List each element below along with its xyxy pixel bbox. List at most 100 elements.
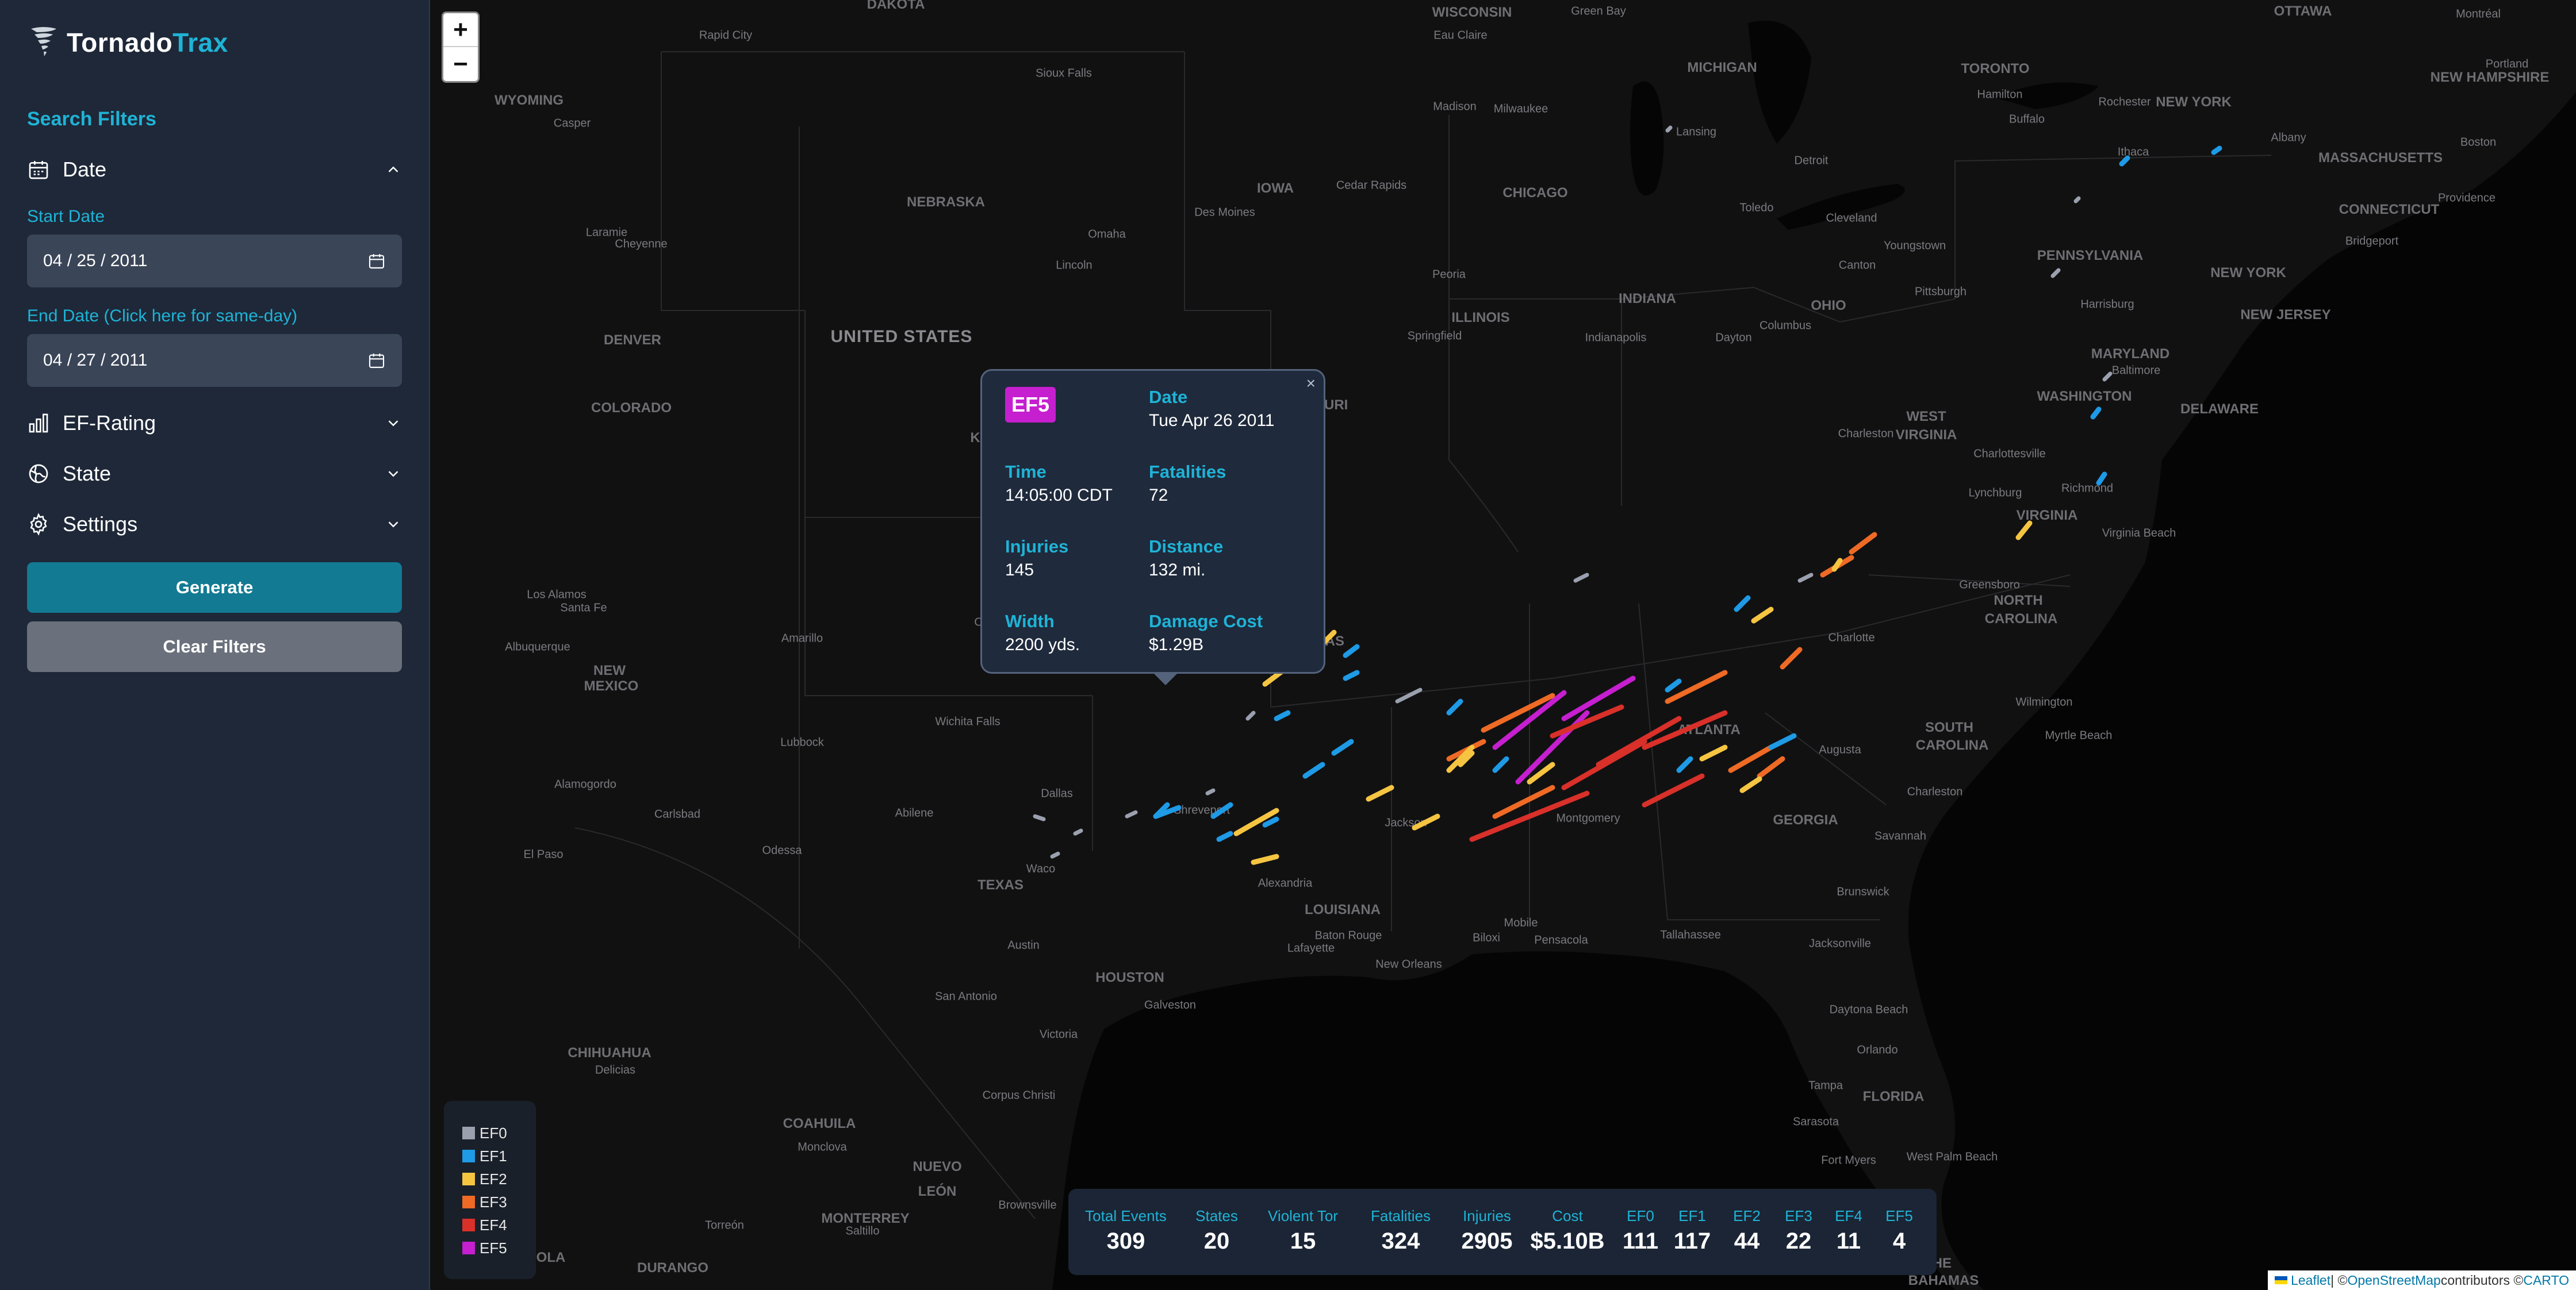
tornado-track-ef0[interactable] [1073, 828, 1083, 836]
tornado-track-ef2[interactable] [1366, 785, 1394, 802]
legend-swatch [462, 1242, 475, 1254]
tornado-track-ef3[interactable] [1728, 744, 1774, 773]
legend-label: EF3 [480, 1193, 507, 1211]
bar-chart-icon [29, 413, 48, 433]
stat-item: Total Events 309 [1085, 1207, 1167, 1254]
tornado-track-ef1[interactable] [1262, 816, 1279, 828]
zoom-control: + − [442, 11, 480, 83]
tornado-track-ef1[interactable] [1274, 710, 1291, 721]
tornado-track-ef1[interactable] [1343, 644, 1360, 658]
zoom-out-button[interactable]: − [443, 47, 478, 81]
legend-label: EF0 [480, 1124, 507, 1142]
tornado-track-ef1[interactable] [2119, 155, 2130, 167]
tornado-track-ef0[interactable] [1245, 711, 1256, 721]
carto-link[interactable]: CARTO [2523, 1273, 2569, 1288]
globe-icon [29, 464, 48, 483]
tornado-track-ef0[interactable] [1573, 573, 1589, 583]
stat-value: 4 [1892, 1228, 1906, 1254]
stat-item: Injuries 2905 [1462, 1207, 1513, 1254]
osm-link[interactable]: OpenStreetMap [2347, 1273, 2440, 1288]
sidebar: TornadoTrax Search Filters Date Start Da… [0, 0, 430, 1290]
stat-item: EF0 111 [1623, 1207, 1658, 1254]
calendar-icon [29, 161, 48, 179]
stat-label: Cost [1552, 1207, 1583, 1224]
tornado-track-ef1[interactable] [1302, 762, 1325, 779]
stat-label: Fatalities [1370, 1207, 1431, 1224]
tornado-track-ef3[interactable] [1849, 532, 1877, 555]
tornado-track-ef0[interactable] [1797, 573, 1814, 583]
tornado-track-ef0[interactable] [2102, 371, 2113, 382]
tornado-track-ef0[interactable] [1033, 814, 1046, 821]
tornado-track-ef4[interactable] [1561, 739, 1647, 790]
stat-label: Violent Tor [1268, 1207, 1338, 1224]
brand-name: TornadoTrax [67, 28, 228, 57]
calendar-picker-icon[interactable] [367, 252, 386, 270]
tornado-track-ef3[interactable] [1757, 756, 1785, 779]
tornado-logo-icon [31, 27, 56, 56]
state-accordion-toggle[interactable]: State [27, 456, 402, 491]
generate-button[interactable]: Generate [27, 562, 402, 613]
tornado-track-ef1[interactable] [1343, 670, 1360, 681]
tornado-track-ef1[interactable] [1446, 698, 1463, 716]
tornado-track-ef1[interactable] [1768, 733, 1797, 750]
tornado-track-ef1[interactable] [1734, 595, 1751, 612]
end-date-label[interactable]: End Date (Click here for same-day) [27, 306, 297, 326]
end-date-input[interactable]: 04 / 27 / 2011 [27, 334, 402, 387]
map-view[interactable]: DAKOTA WISCONSIN Rapid City Eau Claire Green… [430, 0, 2576, 1290]
tornado-track-ef1[interactable] [1331, 739, 1354, 756]
zoom-in-button[interactable]: + [443, 13, 478, 47]
start-date-input[interactable]: 04 / 25 / 2011 [27, 235, 402, 287]
tornado-track-ef2[interactable] [1739, 776, 1762, 793]
legend-label: EF4 [480, 1216, 507, 1234]
stat-value: 20 [1203, 1228, 1230, 1254]
attribution-separator: | © [2330, 1272, 2348, 1288]
tornado-track-ef3[interactable] [1780, 647, 1803, 670]
tornado-track-ef4[interactable] [1596, 716, 1682, 767]
tornado-track-ef4[interactable] [1642, 773, 1705, 808]
legend-swatch [462, 1127, 475, 1139]
clear-filters-button[interactable]: Clear Filters [27, 621, 402, 672]
end-date-value: 04 / 27 / 2011 [43, 351, 148, 370]
tornado-track-ef1[interactable] [2096, 471, 2107, 486]
tornado-track-ef3[interactable] [1665, 670, 1728, 704]
tornado-track-ef1[interactable] [1210, 802, 1233, 819]
tornado-track-ef0[interactable] [1050, 851, 1060, 859]
ef-rating-accordion-toggle[interactable]: EF-Rating [27, 406, 402, 440]
leaflet-link[interactable]: Leaflet [2291, 1273, 2330, 1288]
tornado-track-ef2[interactable] [1251, 854, 1279, 865]
stat-value: 44 [1734, 1228, 1760, 1254]
tornado-track-ef2[interactable] [2015, 520, 2033, 540]
calendar-picker-icon[interactable] [367, 351, 386, 370]
legend-item: EF0 [462, 1122, 536, 1145]
date-accordion-label: Date [63, 158, 107, 181]
tornado-track-ef1[interactable] [1665, 678, 1682, 693]
stat-label: EF4 [1835, 1207, 1862, 1224]
date-accordion-toggle[interactable]: Date [27, 152, 402, 187]
tornado-track-ef1[interactable] [1676, 756, 1693, 773]
tornado-track-ef0[interactable] [1395, 688, 1423, 704]
tornado-track-ef2[interactable] [1412, 813, 1440, 831]
legend-swatch [462, 1150, 475, 1162]
stat-item: EF5 4 [1885, 1207, 1913, 1254]
tornado-track-ef0[interactable] [2050, 268, 2061, 278]
width-key: Width [1005, 611, 1055, 631]
tornado-tracks[interactable] [430, 0, 2576, 1290]
tornado-track-ef2[interactable] [1699, 744, 1728, 762]
tornado-track-ef0[interactable] [2073, 196, 2081, 204]
settings-accordion-toggle[interactable]: Settings [27, 507, 402, 542]
tornado-track-ef0[interactable] [1665, 125, 1673, 133]
stat-label: EF1 [1678, 1207, 1706, 1224]
fatalities-value: 72 [1149, 486, 1168, 505]
tornado-track-ef2[interactable] [1751, 606, 1774, 624]
tornado-track-ef1[interactable] [2211, 145, 2222, 155]
tornado-track-ef0[interactable] [1125, 810, 1138, 819]
popup-close-button[interactable]: × [1306, 374, 1316, 393]
search-filters-title: Search Filters [27, 108, 156, 130]
tornado-track-ef0[interactable] [1205, 788, 1216, 796]
stat-item: Cost $5.10B [1531, 1207, 1605, 1254]
tornado-track-ef1[interactable] [1216, 831, 1233, 842]
ukraine-flag-icon [2275, 1276, 2288, 1284]
tornado-track-ef1[interactable] [1492, 756, 1509, 773]
tornado-track-ef1[interactable] [2090, 406, 2102, 420]
tornado-track-ef5[interactable] [1561, 675, 1636, 721]
